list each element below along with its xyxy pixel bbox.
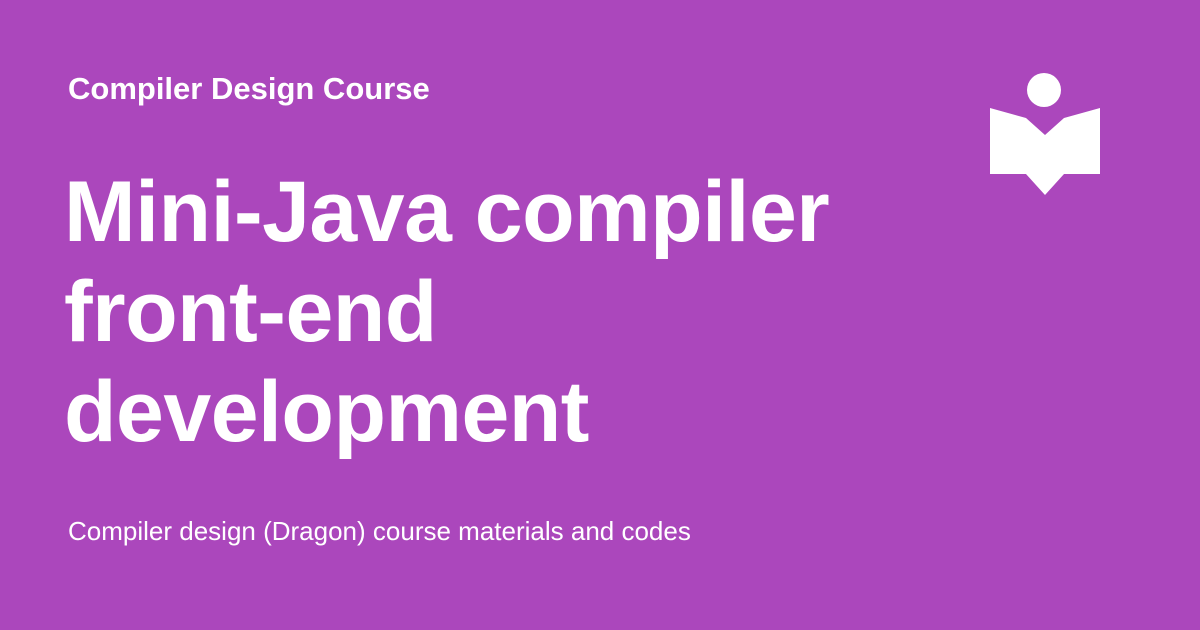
page-title: Mini-Java compiler front-end development: [64, 164, 830, 460]
page-description: Compiler design (Dragon) course material…: [68, 516, 691, 546]
course-label: Compiler Design Course: [68, 71, 430, 106]
reader-book-icon: [990, 72, 1100, 196]
social-card: Compiler Design Course Mini-Java compile…: [0, 0, 1200, 630]
